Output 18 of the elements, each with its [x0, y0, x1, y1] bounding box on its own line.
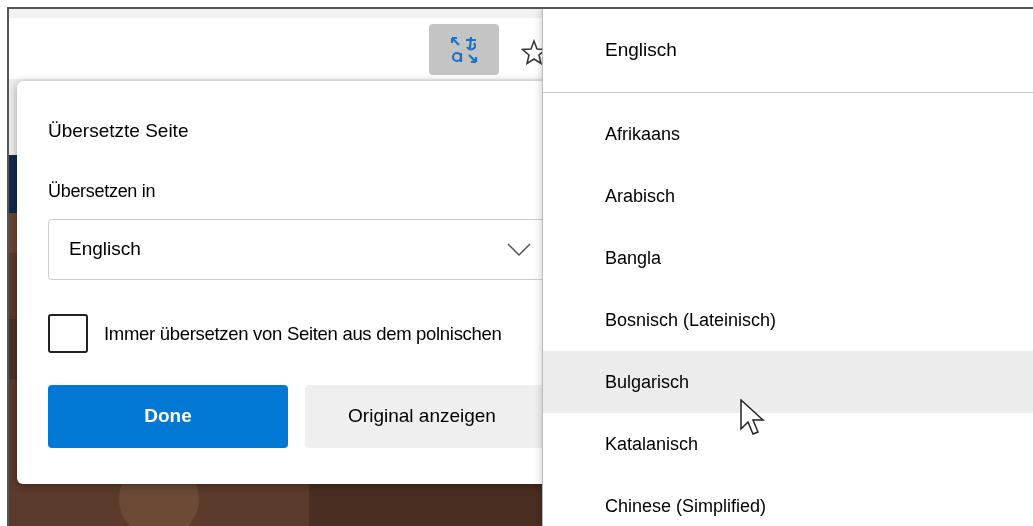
mouse-cursor-icon — [740, 399, 766, 437]
translate-button[interactable] — [429, 24, 499, 75]
language-option[interactable]: Afrikaans — [543, 103, 1033, 165]
language-option[interactable]: Bangla — [543, 227, 1033, 289]
current-language: Englisch — [605, 38, 677, 63]
language-option[interactable]: Arabisch — [543, 165, 1033, 227]
checkbox-label: Immer übersetzen von Seiten aus dem polnischen — [104, 321, 502, 346]
language-option[interactable]: Chinese (Simplified) — [543, 475, 1033, 526]
language-option[interactable]: Bosnisch (Lateinisch) — [543, 289, 1033, 351]
language-option[interactable]: Katalanisch — [543, 413, 1033, 475]
done-button[interactable]: Done — [48, 385, 288, 448]
language-option[interactable]: Bulgarisch — [543, 351, 1033, 413]
field-label: Übersetzen in — [48, 180, 156, 202]
popup-title: Übersetzte Seite — [48, 119, 189, 143]
select-value: Englisch — [69, 237, 141, 262]
checkbox[interactable] — [48, 314, 88, 353]
show-original-button[interactable]: Original anzeigen — [305, 385, 545, 448]
chevron-down-icon — [507, 242, 531, 257]
